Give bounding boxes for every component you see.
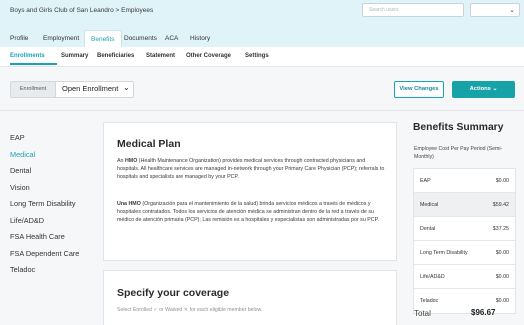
total-value: $96.67 [471, 308, 496, 317]
tab-documents[interactable]: Documents [118, 30, 163, 47]
summary-row-life-add: Life/AD&D $0.00 [414, 265, 515, 289]
coverage-title: Specify your coverage [117, 287, 230, 299]
summary-table: EAP $0.00 Medical $59.42 Dental $37.25 L… [413, 168, 516, 314]
nav-item-fsa-dependent-care[interactable]: FSA Dependent Care [10, 249, 79, 258]
top-bar: Boys and Girls Club of San Leandro > Emp… [0, 0, 524, 30]
summary-row-value: $59.42 [492, 202, 509, 208]
nav-item-medical[interactable]: Medical [10, 150, 35, 159]
summary-title: Benefits Summary [413, 122, 504, 133]
plan-description-en: An HMO (Health Maintenance Organization)… [117, 157, 387, 182]
view-changes-button[interactable]: View Changes [394, 81, 444, 98]
summary-row-value: $37.25 [492, 226, 509, 232]
subtab-beneficiaries[interactable]: Beneficiaries [97, 53, 134, 59]
sub-tabs: Enrollments Summary Beneficiaries Statem… [0, 47, 524, 67]
nav-item-life-add[interactable]: Life/AD&D [10, 216, 44, 225]
tab-history[interactable]: History [184, 30, 216, 47]
nav-item-vision[interactable]: Vision [10, 183, 30, 192]
summary-row-name: Life/AD&D [420, 274, 445, 280]
summary-row-name: EAP [420, 178, 431, 184]
active-tab-underline [10, 63, 57, 65]
summary-row-name: Long Term Disability [420, 250, 468, 256]
summary-row-eap: EAP $0.00 [414, 169, 515, 193]
subtab-summary[interactable]: Summary [61, 53, 88, 59]
main-tabs: Profile Employment Benefits Documents AC… [0, 30, 524, 47]
nav-item-dental[interactable]: Dental [10, 166, 31, 175]
summary-row-value: $0.00 [495, 250, 509, 256]
summary-row-medical: Medical $59.42 [414, 193, 515, 217]
subtab-enrollments[interactable]: Enrollments [10, 53, 45, 59]
plan-description-es: Una HMO (Organización para el mantenimie… [117, 200, 387, 225]
subtab-statement[interactable]: Statement [146, 53, 175, 59]
subtab-settings[interactable]: Settings [245, 53, 269, 59]
breadcrumb[interactable]: Boys and Girls Club of San Leandro > Emp… [10, 7, 153, 14]
plan-es-rest: (Organización para el mantenimiento de l… [117, 201, 379, 224]
top-dropdown[interactable]: ⌄ [470, 3, 520, 17]
summary-row-value: $0.00 [495, 178, 509, 184]
search-input[interactable]: Search users [362, 3, 464, 17]
chevron-down-icon: ⌄ [123, 83, 130, 92]
summary-row-name: Medical [420, 202, 439, 208]
plan-title: Medical Plan [117, 138, 181, 150]
enrollment-controls: Enrollment Open Enrollment ⌄ View Change… [0, 67, 524, 111]
plan-en-bold: HMO [124, 158, 138, 164]
summary-row-value: $0.00 [495, 274, 509, 280]
plan-es-bold: Una HMO [117, 201, 141, 207]
tab-employment[interactable]: Employment [37, 30, 85, 47]
nav-item-fsa-health-care[interactable]: FSA Health Care [10, 232, 65, 241]
nav-item-long-term-disability[interactable]: Long Term Disability [10, 199, 76, 208]
summary-row-value: $0.00 [495, 298, 509, 304]
plan-en-rest: (Health Maintenance Organization) provid… [117, 158, 385, 181]
tab-aca[interactable]: ACA [159, 30, 184, 47]
summary-row-dental: Dental $37.25 [414, 217, 515, 241]
summary-row-name: Dental [420, 226, 436, 232]
coverage-card: Specify your coverage Select Enrolled ✓ … [103, 270, 397, 325]
nav-item-teladoc[interactable]: Teladoc [10, 265, 35, 274]
enrollment-label: Enrollment [11, 82, 56, 97]
subtab-other-coverage[interactable]: Other Coverage [186, 53, 231, 59]
chevron-down-icon: ⌄ [509, 7, 515, 14]
benefits-summary: Benefits Summary Employee Cost Per Pay P… [413, 122, 524, 325]
nav-item-eap[interactable]: EAP [10, 133, 25, 142]
summary-row-long-term-disability: Long Term Disability $0.00 [414, 241, 515, 265]
total-label: Total [414, 309, 431, 318]
medical-plan-card: Medical Plan An HMO (Health Maintenance … [103, 122, 397, 261]
tab-benefits[interactable]: Benefits [84, 30, 122, 47]
enrollment-select[interactable]: Enrollment Open Enrollment ⌄ [10, 81, 134, 98]
coverage-instructions: Select Enrolled ✓ or Waived ✕ for each e… [117, 307, 263, 313]
summary-subtitle: Employee Cost Per Pay Period (Semi-Month… [414, 146, 503, 160]
tab-profile[interactable]: Profile [4, 30, 34, 47]
search-placeholder: Search users [369, 7, 399, 13]
enrollment-value: Open Enrollment [62, 84, 119, 93]
actions-button[interactable]: Actions ⌄ [452, 81, 515, 98]
plan-en-pre: An [117, 158, 125, 164]
summary-row-name: Teladoc [420, 298, 439, 304]
